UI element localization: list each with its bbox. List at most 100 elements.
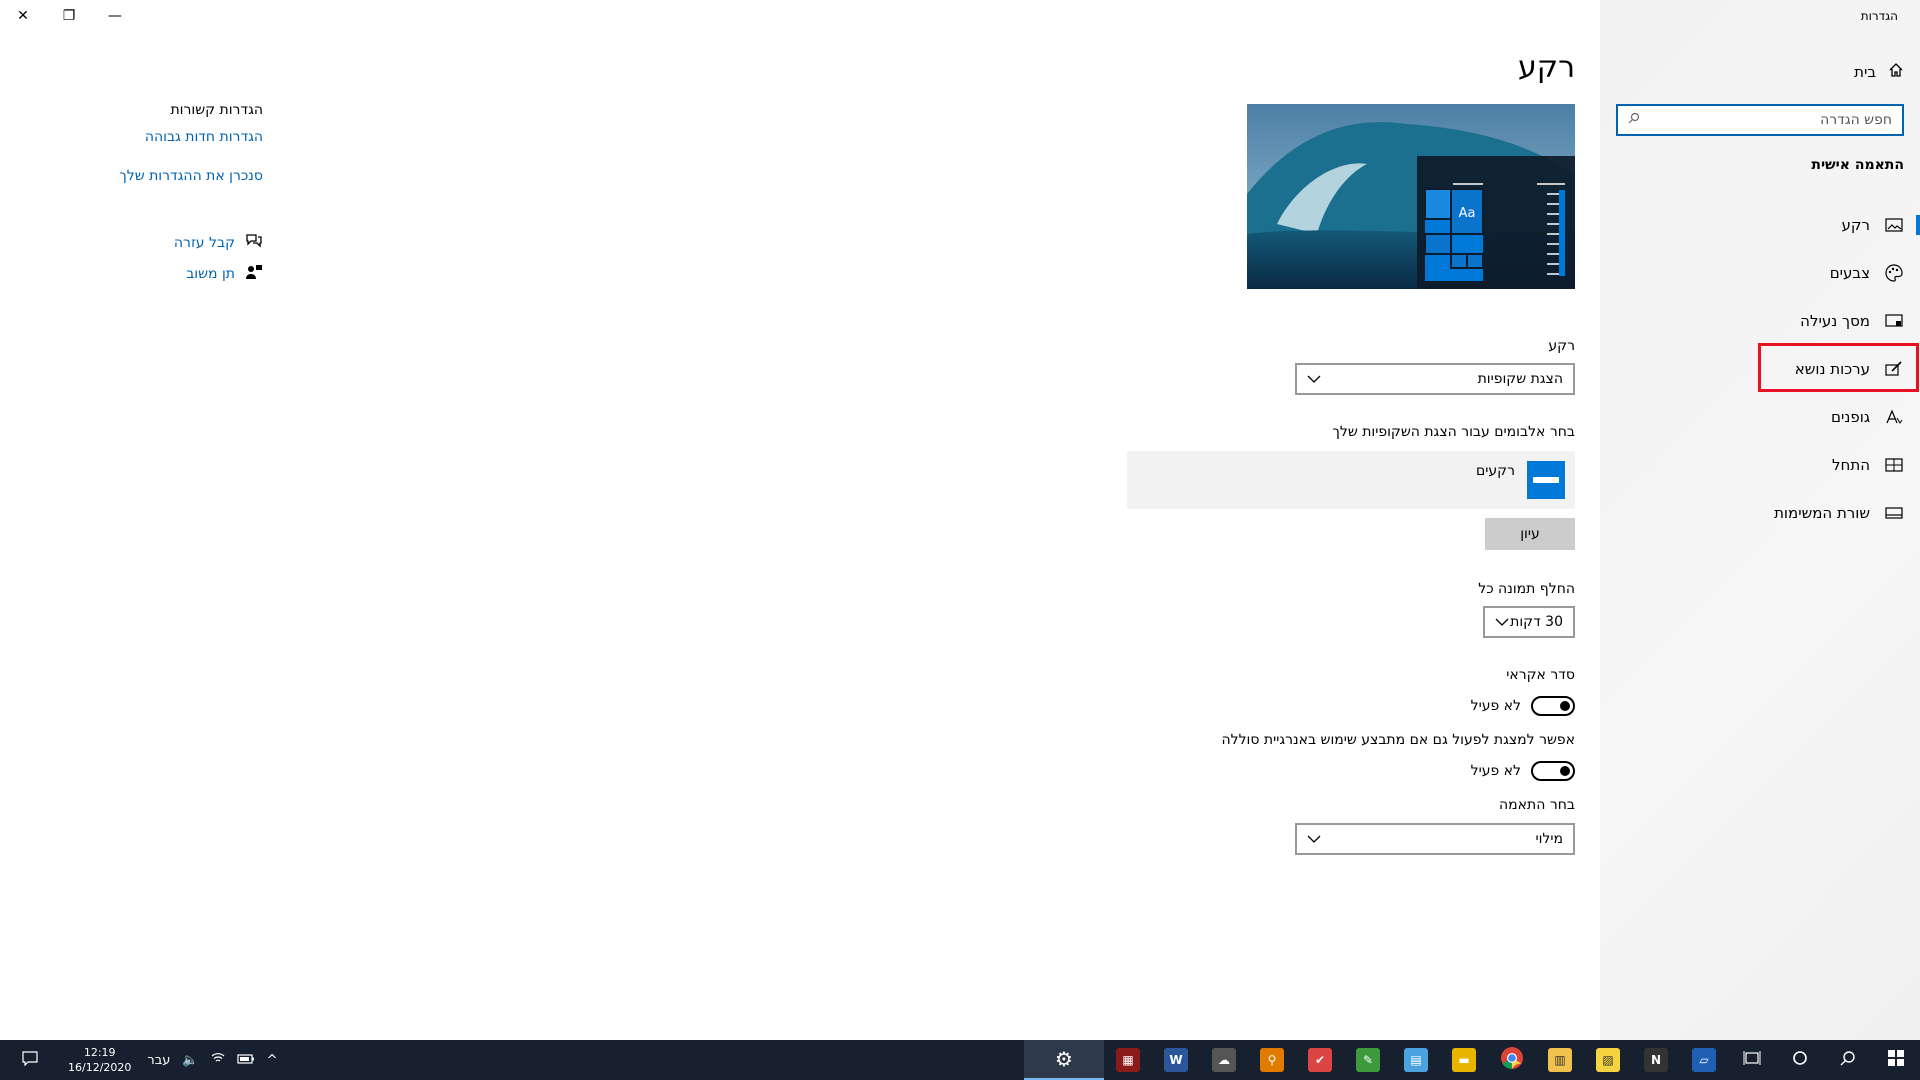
- nav-item-colors[interactable]: צבעים: [1600, 253, 1920, 293]
- album-folder-icon: [1527, 461, 1565, 499]
- maximize-button[interactable]: ❐: [46, 0, 92, 32]
- related-settings: הגדרות קשורות הגדרות חדות גבוהה סנכרן את…: [110, 0, 310, 300]
- chevron-down-icon: [1307, 831, 1321, 847]
- background-dropdown[interactable]: הצגת שקופיות: [1295, 363, 1575, 395]
- start-icon: [1884, 455, 1904, 475]
- folder-icon: ▬: [1452, 1048, 1476, 1072]
- lock-screen-icon: [1884, 311, 1904, 331]
- task-view-button[interactable]: [1728, 1040, 1776, 1080]
- taskbar-app-file-explorer[interactable]: ▬: [1440, 1040, 1488, 1080]
- nav-item-taskbar[interactable]: שורת המשימות: [1600, 493, 1920, 533]
- feedback-link[interactable]: תן משוב: [186, 264, 263, 284]
- taskbar-app-files[interactable]: ▥: [1536, 1040, 1584, 1080]
- picture-icon: [1884, 215, 1904, 235]
- settings-window: ✕ ❐ — הגדרות קשורות הגדרות חדות גבוהה סנ…: [0, 0, 1920, 1040]
- shuffle-label: סדר אקראי: [1506, 667, 1575, 683]
- home-icon: [1888, 62, 1904, 82]
- background-preview: Aa: [1247, 104, 1575, 289]
- taskbar-app-cloud[interactable]: ☁: [1200, 1040, 1248, 1080]
- taskbar-app-notes[interactable]: ▤: [1392, 1040, 1440, 1080]
- fit-dropdown[interactable]: מילוי: [1295, 823, 1575, 855]
- fit-label: בחר התאמה: [1499, 797, 1575, 813]
- settings-search-input[interactable]: חפש הגדרה: [1616, 104, 1904, 136]
- start-button[interactable]: [1872, 1040, 1920, 1080]
- taskbar-app-nexus[interactable]: N: [1632, 1040, 1680, 1080]
- action-center-button[interactable]: [0, 1040, 60, 1080]
- nav-item-label: גופנים: [1831, 408, 1870, 426]
- taskbar-app-settings[interactable]: ⚙: [1024, 1040, 1104, 1080]
- nav-home[interactable]: בית: [1854, 60, 1904, 84]
- shuffle-state: לא פעיל: [1470, 698, 1521, 714]
- taskbar-app-remote[interactable]: ▱: [1680, 1040, 1728, 1080]
- cortana-button[interactable]: [1776, 1040, 1824, 1080]
- taskbar-search-button[interactable]: [1824, 1040, 1872, 1080]
- nav-item-lock-screen[interactable]: מסך נעילה: [1600, 301, 1920, 341]
- word-icon: W: [1164, 1048, 1188, 1072]
- feedback-label: תן משוב: [186, 266, 235, 282]
- settings-icon: ⚙: [1055, 1047, 1073, 1071]
- battery-state: לא פעיל: [1470, 763, 1521, 779]
- search-placeholder: חפש הגדרה: [1820, 112, 1892, 128]
- nav-item-label: שורת המשימות: [1774, 504, 1870, 522]
- search-icon: [1628, 112, 1640, 128]
- fonts-icon: [1884, 407, 1904, 427]
- nav-section-title: התאמה אישית: [1811, 157, 1904, 173]
- interval-value: 30 דקות: [1510, 614, 1563, 630]
- nav-item-fonts[interactable]: גופנים: [1600, 397, 1920, 437]
- related-settings-title: הגדרות קשורות: [170, 102, 263, 118]
- taskbar-app-sticky-notes[interactable]: ▨: [1584, 1040, 1632, 1080]
- search-app-icon: ⚲: [1260, 1048, 1284, 1072]
- taskbar-tray: 12:19 16/12/2020 עבר 🔈 ^: [0, 1040, 286, 1080]
- show-hidden-icons-button[interactable]: ^: [267, 1053, 278, 1068]
- highlight-annotation: [1758, 343, 1919, 392]
- search-icon: [1840, 1050, 1856, 1070]
- nav-item-start[interactable]: התחל: [1600, 445, 1920, 485]
- language-indicator[interactable]: עבר: [147, 1053, 170, 1068]
- taskbar-app-chrome[interactable]: [1488, 1040, 1536, 1080]
- album-name: רקעים: [1475, 463, 1515, 479]
- restore-icon: ❐: [62, 8, 76, 24]
- nav-item-background[interactable]: רקע: [1600, 205, 1920, 245]
- interval-dropdown[interactable]: 30 דקות: [1483, 606, 1575, 638]
- browse-button[interactable]: עיון: [1485, 518, 1575, 550]
- sticky-notes-icon: ▨: [1596, 1048, 1620, 1072]
- taskbar-apps: ▱ N ▨ ▥ ▬ ▤ ✎ ✔ ⚲ ☁ W ▦ ⚙: [1024, 1040, 1920, 1080]
- sync-settings-link[interactable]: סנכרן את ההגדרות שלך: [119, 168, 263, 184]
- taskbar-app-search[interactable]: ⚲: [1248, 1040, 1296, 1080]
- nav-home-label: בית: [1854, 63, 1876, 81]
- taskbar-app-word[interactable]: W: [1152, 1040, 1200, 1080]
- shuffle-toggle[interactable]: [1531, 696, 1575, 716]
- nav-item-label: התחל: [1832, 456, 1870, 474]
- taskbar-app-checklist[interactable]: ✔: [1296, 1040, 1344, 1080]
- notification-icon: [22, 1050, 38, 1070]
- battery-toggle[interactable]: [1531, 761, 1575, 781]
- close-button[interactable]: ✕: [0, 0, 46, 32]
- clock-date: 16/12/2020: [68, 1061, 132, 1074]
- high-contrast-link[interactable]: הגדרות חדות גבוהה: [145, 129, 263, 145]
- system-tray: עבר 🔈 ^: [139, 1052, 285, 1068]
- clock[interactable]: 12:19 16/12/2020: [68, 1045, 131, 1075]
- checklist-icon: ✔: [1308, 1048, 1332, 1072]
- main-content: רקע Aa רקע הצגת שקופיות בחר אלבומים עבור…: [875, 0, 1575, 1040]
- nexus-icon: N: [1644, 1048, 1668, 1072]
- get-help-link[interactable]: קבל עזרה: [174, 233, 263, 253]
- files-icon: ▥: [1548, 1048, 1572, 1072]
- volume-icon[interactable]: 🔈: [182, 1053, 198, 1068]
- preview-image: Aa: [1247, 104, 1575, 289]
- background-label: רקע: [1548, 338, 1575, 354]
- chevron-down-icon: [1307, 371, 1321, 387]
- fit-value: מילוי: [1535, 831, 1563, 847]
- wifi-icon[interactable]: [211, 1052, 225, 1068]
- battery-icon[interactable]: [236, 1053, 255, 1068]
- taskbar-app-pen[interactable]: ✎: [1344, 1040, 1392, 1080]
- windows-icon: [1888, 1050, 1904, 1070]
- album-item[interactable]: רקעים: [1127, 451, 1575, 509]
- nav-item-label: מסך נעילה: [1800, 312, 1870, 330]
- close-icon: ✕: [17, 8, 29, 24]
- app-cloud-icon: ☁: [1212, 1048, 1236, 1072]
- taskbar-app-winrar[interactable]: ▦: [1104, 1040, 1152, 1080]
- get-help-label: קבל עזרה: [173, 235, 235, 251]
- shuffle-toggle-row: לא פעיל: [1471, 696, 1575, 716]
- navigation-pane: הגדרות בית חפש הגדרה התאמה אישית רקע צבע…: [1600, 0, 1920, 1040]
- help-icon: [245, 233, 263, 253]
